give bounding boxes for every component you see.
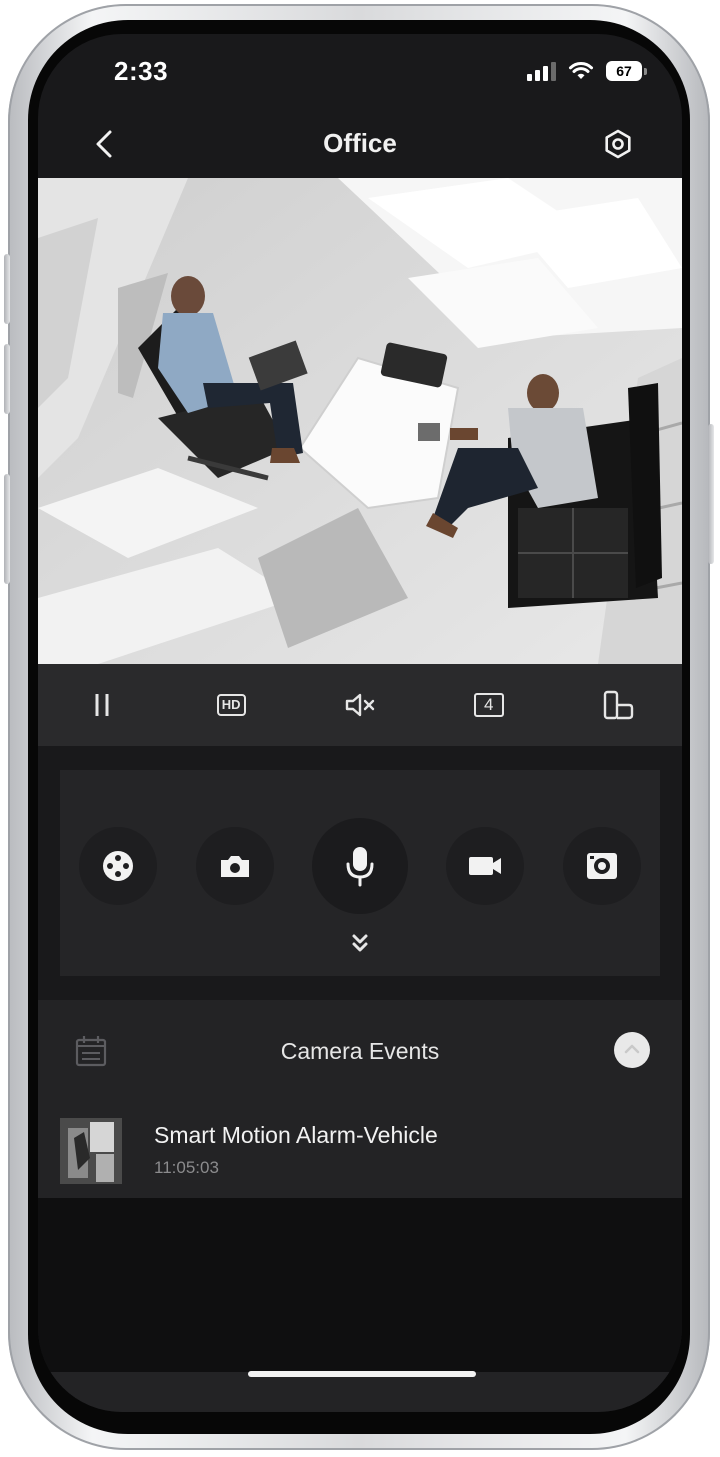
hd-label: HD: [216, 694, 246, 716]
power-button: [708, 424, 714, 564]
home-indicator[interactable]: [248, 1371, 476, 1377]
events-title: Camera Events: [280, 1038, 440, 1064]
status-bar: 2:33 67: [38, 34, 682, 110]
status-time: 2:33: [114, 56, 169, 86]
fisheye-icon: [586, 853, 617, 879]
expand-controls-button[interactable]: [344, 928, 376, 960]
action-button: [4, 474, 10, 584]
event-thumbnail: [60, 1118, 122, 1184]
event-time: 11:05:03: [154, 1158, 219, 1177]
volume-down-button: [4, 344, 10, 414]
cellular-signal-icon: [527, 61, 556, 81]
double-chevron-down-icon: [352, 934, 368, 952]
rotate-screen-icon: [603, 690, 633, 720]
camera-icon: [220, 856, 249, 877]
ptz-button[interactable]: [79, 827, 158, 905]
mute-button[interactable]: [330, 675, 390, 735]
speaker-muted-icon: [345, 693, 375, 717]
window-split-button[interactable]: 4: [459, 675, 519, 735]
bottom-bar: [38, 1372, 682, 1412]
office-scene-image: [38, 178, 682, 664]
event-item[interactable]: Smart Motion Alarm-Vehicle 11:05:03: [38, 1110, 682, 1190]
video-camera-icon: [469, 857, 502, 875]
battery-icon: 67: [606, 61, 647, 81]
pause-icon: [95, 694, 109, 716]
camera-events-section: Camera Events Smart Motion Alarm-Vehicle…: [38, 1000, 682, 1198]
ptz-icon: [103, 851, 134, 881]
window-count: 4: [473, 693, 504, 717]
event-title: Smart Motion Alarm-Vehicle: [154, 1122, 438, 1148]
status-icons: 67: [527, 58, 647, 84]
rotate-screen-button[interactable]: [588, 675, 648, 735]
controls-row: [60, 818, 660, 914]
nav-bar: Office: [38, 110, 682, 178]
talk-button[interactable]: [311, 818, 408, 914]
controls-panel: [60, 770, 660, 976]
page-title: Office: [323, 128, 397, 158]
video-toolbar: HD 4: [38, 664, 682, 746]
pause-button[interactable]: [72, 675, 132, 735]
volume-up-button: [4, 254, 10, 324]
chevron-up-icon: [624, 1044, 640, 1054]
screen: 2:33 67 Office HD 4 Camera Events Smart …: [38, 34, 682, 1412]
record-button[interactable]: [446, 827, 525, 905]
gear-icon: [605, 129, 631, 159]
settings-button[interactable]: [598, 124, 638, 164]
snapshot-button[interactable]: [195, 827, 274, 905]
microphone-icon: [346, 847, 374, 887]
fisheye-button[interactable]: [562, 827, 641, 905]
live-video-feed[interactable]: [38, 178, 682, 664]
wifi-icon: [569, 62, 593, 79]
hd-quality-button[interactable]: HD: [201, 675, 261, 735]
events-toggle-button[interactable]: [614, 1032, 650, 1068]
